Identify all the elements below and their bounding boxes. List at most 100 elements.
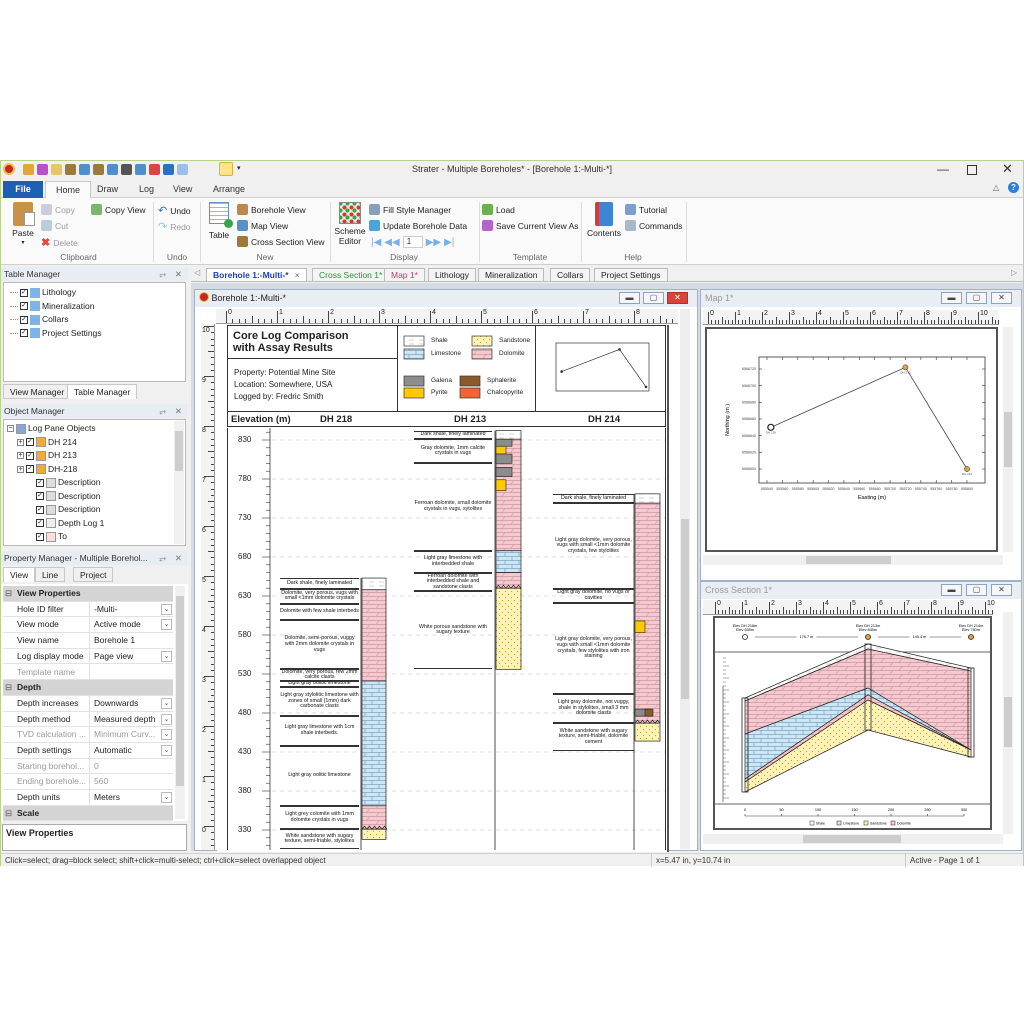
table-item[interactable]: ✓ Lithology <box>10 286 76 299</box>
property-section[interactable]: ⊟ View Properties <box>3 586 173 602</box>
collapse-section-icon[interactable]: ⊟ <box>5 806 12 821</box>
chevron-down-icon[interactable]: ⌄ <box>161 713 172 725</box>
next-page-icon[interactable]: ▶▶ <box>426 237 441 248</box>
property-value[interactable]: Automatic <box>92 743 172 758</box>
copy-button[interactable]: Copy <box>41 204 75 215</box>
checkbox[interactable]: ✓ <box>20 288 28 297</box>
scroll-thumb[interactable] <box>803 835 901 843</box>
vertical-ruler[interactable]: 10 9 8 7 6 5 4 3 2 1 0 <box>201 324 215 850</box>
document-tab[interactable]: Map 1* <box>384 268 425 281</box>
window-minimize-button[interactable]: ▬ <box>941 292 962 304</box>
window-minimize-button[interactable]: ▬ <box>619 292 640 304</box>
import-icon[interactable] <box>149 164 160 175</box>
object-item[interactable]: ✓ Description <box>27 503 101 516</box>
document-tab[interactable]: Lithology <box>428 268 477 281</box>
ribbon-tab-home[interactable]: Home <box>45 181 92 198</box>
close-panel-icon[interactable]: ✕ <box>175 551 182 565</box>
document-tab[interactable]: Borehole 1:-Multi-* × <box>206 268 307 281</box>
load-template-button[interactable]: Load <box>482 204 515 215</box>
object-item[interactable]: −Header Pane Objects <box>7 544 109 546</box>
pin-icon[interactable]: ⥅ <box>159 404 166 418</box>
first-page-icon[interactable]: |◀ <box>371 237 381 248</box>
property-row[interactable]: Depth increases Downwards ⌄ <box>3 695 173 712</box>
page-number-input[interactable]: 1 <box>402 236 423 248</box>
property-row[interactable]: Depth method Measured depth ⌄ <box>3 711 173 728</box>
property-row[interactable]: Ending borehole... 560 <box>3 774 173 791</box>
window-restore-button[interactable]: ▢ <box>643 292 664 304</box>
checkbox[interactable]: ✓ <box>26 438 34 446</box>
lithology-description[interactable]: Dolomite, very porous, vugs with small <… <box>280 588 359 604</box>
checkbox[interactable]: ✓ <box>36 532 44 541</box>
expand-icon[interactable]: + <box>17 452 24 459</box>
paste-button[interactable]: Paste ▾ <box>9 202 37 248</box>
lithology-description[interactable]: Gray dolomite, 1mm calcite crystals in v… <box>414 439 492 464</box>
lithology-description[interactable]: Ferroan dolomite, small dolomite crystal… <box>414 463 492 551</box>
property-row[interactable]: Hole ID filter -Multi- ⌄ <box>3 601 173 618</box>
chevron-down-icon[interactable]: ⌄ <box>161 697 172 709</box>
lithology-description[interactable]: Dark shale, finely laminated <box>553 493 634 504</box>
ribbon-tab-file[interactable]: File <box>3 181 43 198</box>
chevron-down-icon[interactable]: ⌄ <box>161 745 172 756</box>
checkbox[interactable]: ✓ <box>20 302 28 310</box>
map-view-button[interactable]: Map View <box>237 220 288 231</box>
table-item[interactable]: ✓ Collars <box>10 313 68 326</box>
object-item[interactable]: + ✓ DH 214 <box>17 436 77 449</box>
close-button[interactable]: ✕ <box>1002 161 1013 177</box>
scroll-thumb[interactable] <box>681 519 689 699</box>
window-minimize-button[interactable]: ▬ <box>941 584 962 596</box>
window-close-button[interactable]: ✕ <box>991 292 1012 304</box>
ribbon-tab-draw[interactable]: Draw <box>87 181 128 198</box>
scroll-thumb[interactable] <box>1004 697 1012 747</box>
map-horizontal-scrollbar[interactable] <box>703 555 1003 565</box>
property-value[interactable]: Active mode <box>92 617 172 632</box>
scroll-thumb[interactable] <box>806 556 891 564</box>
property-section[interactable]: ⊟ Scale <box>3 805 173 822</box>
property-row[interactable]: View name Borehole 1 <box>3 633 173 649</box>
last-page-icon[interactable]: ▶| <box>444 237 454 248</box>
lithology-description[interactable]: Light grey colomite with 1mm dolomite cr… <box>280 805 359 830</box>
lithology-description[interactable]: Light gray dolomite, no vugs or cavities <box>553 588 634 603</box>
fill-style-manager-button[interactable]: Fill Style Manager <box>369 204 451 215</box>
borehole-collar-point[interactable] <box>902 364 909 371</box>
object-item[interactable]: ✓ Depth Log 1 <box>27 517 104 530</box>
minimize-button[interactable]: — <box>937 162 949 176</box>
maximize-button[interactable] <box>967 165 977 175</box>
cross-section-vertical-scrollbar[interactable] <box>1003 612 1013 834</box>
chevron-down-icon[interactable]: ⌄ <box>161 603 172 615</box>
lithology-description[interactable]: Dark shale, finely laminated <box>414 430 492 440</box>
expand-icon[interactable]: + <box>17 438 24 446</box>
property-row[interactable]: Depth units Meters ⌄ <box>3 790 173 806</box>
object-item[interactable]: + ✓ DH 213 <box>17 449 77 462</box>
lithology-description[interactable]: Dolomite, semi-porous, vuggy with 2mm do… <box>280 620 359 670</box>
cross-section-view-button[interactable]: Cross Section View <box>237 236 325 247</box>
lithology-description[interactable]: Dark shale, finely laminated <box>280 578 359 589</box>
new-icon[interactable] <box>51 164 62 175</box>
lithology-description[interactable]: Light gray dolomite, not vuggy, shale in… <box>553 694 634 724</box>
cross-section-horizontal-scrollbar[interactable] <box>703 834 1003 844</box>
document-tab[interactable]: Cross Section 1* <box>312 268 390 281</box>
collapse-section-icon[interactable]: ⊟ <box>5 680 12 695</box>
tab-scroll-right-icon[interactable]: ▷ <box>1011 268 1017 277</box>
borehole-collar-point[interactable] <box>964 466 970 472</box>
property-value[interactable]: Page view <box>92 649 172 664</box>
object-item[interactable]: ✓ Description <box>27 490 101 503</box>
scheme-editor-button[interactable]: Scheme Editor <box>334 202 366 246</box>
object-item[interactable]: ✓ To <box>27 530 67 543</box>
tab-view-manager[interactable]: View Manager <box>3 384 72 399</box>
delete-button[interactable]: ✖ Delete <box>41 236 78 249</box>
borehole-vertical-scrollbar[interactable] <box>680 309 690 849</box>
checkbox[interactable]: ✓ <box>26 451 34 460</box>
tab-line[interactable]: Line <box>35 567 66 582</box>
commands-button[interactable]: Commands <box>625 220 682 231</box>
pin-icon[interactable]: ⥅ <box>159 551 166 565</box>
tab-scroll-left-icon[interactable]: ◁ <box>194 268 200 277</box>
cut-button[interactable]: Cut <box>41 220 68 231</box>
new-map-icon[interactable] <box>79 164 90 175</box>
table-item[interactable]: ✓ Project Settings <box>10 327 102 340</box>
lithology-description[interactable]: Light gray dolomite, very porous, vugs w… <box>553 503 634 589</box>
property-value[interactable]: Meters <box>92 790 172 805</box>
property-row[interactable]: View mode Active mode ⌄ <box>3 617 173 634</box>
previous-page-icon[interactable]: ◀◀ <box>384 237 399 248</box>
lithology-description[interactable]: Light gray dolomite, very porous, vugs w… <box>553 603 634 695</box>
window-close-button[interactable]: ✕ <box>667 292 688 304</box>
